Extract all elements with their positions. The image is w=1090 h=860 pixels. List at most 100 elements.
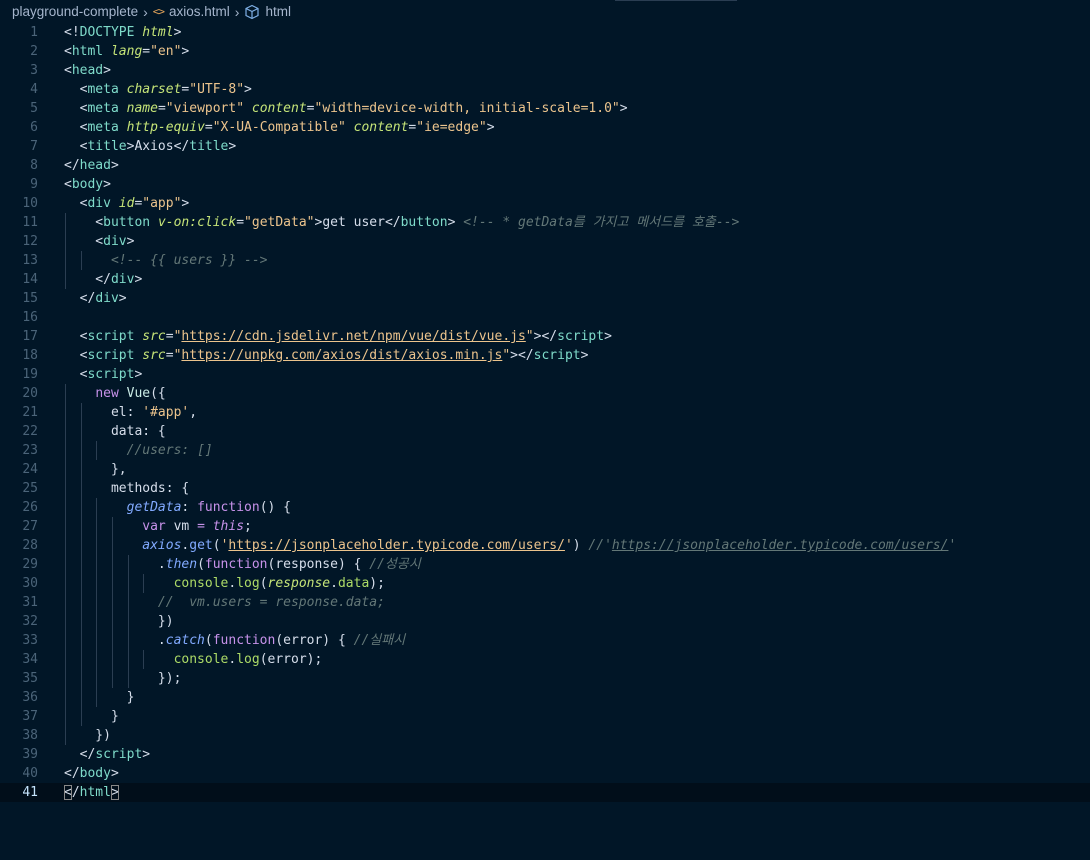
code-token: charset — [126, 82, 182, 97]
breadcrumb-symbol[interactable]: html — [265, 4, 291, 19]
code-line[interactable]: 19 <script> — [0, 365, 1090, 384]
code-text: <meta name="viewport" content="width=dev… — [64, 99, 628, 118]
code-line[interactable]: 31 // vm.users = response.data; — [0, 593, 1090, 612]
code-line[interactable]: 35 }); — [0, 669, 1090, 688]
code-line[interactable]: 8 </head> — [0, 156, 1090, 175]
code-line[interactable]: 3 <head> — [0, 61, 1090, 80]
breadcrumb-folder[interactable]: playground-complete — [12, 4, 138, 19]
code-line[interactable]: 23 //users: [] — [0, 441, 1090, 460]
code-line[interactable]: 2 <html lang="en"> — [0, 42, 1090, 61]
code-text: <meta http-equiv="X-UA-Compatible" conte… — [64, 118, 495, 137]
code-line[interactable]: 13 <!-- {{ users }} --> — [0, 251, 1090, 270]
code-line[interactable]: 14 </div> — [0, 270, 1090, 289]
line-number: 19 — [22, 367, 38, 382]
code-line[interactable]: 34 console.log(error); — [0, 650, 1090, 669]
code-token: = — [165, 348, 174, 363]
code-token: meta — [87, 120, 119, 135]
code-line[interactable]: 40 </body> — [0, 764, 1090, 783]
code-token: "en" — [150, 44, 182, 59]
code-line[interactable]: 12 <div> — [0, 232, 1090, 251]
code-line[interactable]: 41 </html> — [0, 783, 1090, 802]
line-number: 25 — [22, 481, 38, 496]
code-token: < — [64, 120, 88, 135]
code-token: < — [64, 367, 88, 382]
code-line[interactable]: 17 <script src="https://cdn.jsdelivr.net… — [0, 327, 1090, 346]
code-line[interactable]: 18 <script src="https://unpkg.com/axios/… — [0, 346, 1090, 365]
code-line[interactable]: 38 }) — [0, 726, 1090, 745]
code-token: methods: { — [64, 481, 190, 496]
code-line[interactable]: 24 }, — [0, 460, 1090, 479]
code-token: >Axios</ — [126, 139, 190, 154]
code-token: < — [64, 139, 88, 154]
code-line[interactable]: 7 <title>Axios</title> — [0, 137, 1090, 156]
code-token: = — [142, 44, 151, 59]
code-token: axios — [142, 538, 182, 553]
scroll-indicator — [615, 0, 737, 1]
code-token: } — [64, 709, 119, 724]
code-line[interactable]: 30 console.log(response.data); — [0, 574, 1090, 593]
code-line[interactable]: 22 data: { — [0, 422, 1090, 441]
code-token: new — [95, 386, 119, 401]
code-token: div — [95, 291, 119, 306]
code-token: function — [197, 500, 260, 515]
code-token: name — [126, 101, 158, 116]
code-line[interactable]: 10 <div id="app"> — [0, 194, 1090, 213]
code-line[interactable]: 33 .catch(function(error) { //실패시 — [0, 631, 1090, 650]
code-token: < — [64, 82, 88, 97]
line-number: 8 — [30, 158, 38, 173]
line-number: 15 — [22, 291, 38, 306]
line-number: 38 — [22, 728, 38, 743]
code-line[interactable]: 37 } — [0, 707, 1090, 726]
code-token: = — [306, 101, 315, 116]
code-token: > — [134, 272, 143, 287]
line-number: 40 — [22, 766, 38, 781]
code-token: script — [95, 747, 143, 762]
line-number: 24 — [22, 462, 38, 477]
code-line[interactable]: 39 </script> — [0, 745, 1090, 764]
code-token: = — [157, 101, 166, 116]
code-line[interactable]: 36 } — [0, 688, 1090, 707]
breadcrumb-file[interactable]: axios.html — [169, 4, 230, 19]
code-token: html — [142, 25, 174, 40]
code-token: var — [142, 519, 166, 534]
code-line[interactable]: 1 <!DOCTYPE html> — [0, 23, 1090, 42]
code-token: "viewport" — [165, 101, 245, 116]
code-token: < — [64, 329, 88, 344]
code-token: "app" — [142, 196, 182, 211]
code-line[interactable]: 9 <body> — [0, 175, 1090, 194]
code-token: < — [64, 234, 104, 249]
code-line[interactable]: 11 <button v-on:click="getData">get user… — [0, 213, 1090, 232]
code-token: src — [142, 348, 166, 363]
code-token: > — [126, 234, 135, 249]
code-line[interactable]: 16 — [0, 308, 1090, 327]
code-line[interactable]: 26 getData: function() { — [0, 498, 1090, 517]
code-line[interactable]: 28 axios.get('https://jsonplaceholder.ty… — [0, 536, 1090, 555]
code-line[interactable]: 20 new Vue({ — [0, 384, 1090, 403]
code-token: > — [486, 120, 495, 135]
code-line[interactable]: 29 .then(function(response) { //성공시 — [0, 555, 1090, 574]
code-token: log — [236, 652, 260, 667]
code-token: ( — [197, 557, 205, 572]
code-line[interactable]: 32 }) — [0, 612, 1090, 631]
code-line[interactable]: 5 <meta name="viewport" content="width=d… — [0, 99, 1090, 118]
code-line[interactable]: 21 el: '#app', — [0, 403, 1090, 422]
code-token: (error) { — [275, 633, 354, 648]
code-line[interactable]: 6 <meta http-equiv="X-UA-Compatible" con… — [0, 118, 1090, 137]
code-token: > — [142, 747, 151, 762]
code-text: </body> — [64, 764, 119, 783]
code-token: > — [447, 215, 464, 230]
code-editor[interactable]: 1 <!DOCTYPE html> 2 <html lang="en"> 3 <head>… — [0, 23, 1090, 860]
code-token: </ — [64, 291, 96, 306]
code-token: </ — [64, 158, 80, 173]
code-line[interactable]: 25 methods: { — [0, 479, 1090, 498]
code-token: getData — [126, 500, 182, 515]
code-line[interactable]: 15 </div> — [0, 289, 1090, 308]
code-line[interactable]: 27 var vm = this; — [0, 517, 1090, 536]
line-number: 20 — [22, 386, 38, 401]
code-token: meta — [87, 82, 119, 97]
code-line[interactable]: 4 <meta charset="UTF-8"> — [0, 80, 1090, 99]
